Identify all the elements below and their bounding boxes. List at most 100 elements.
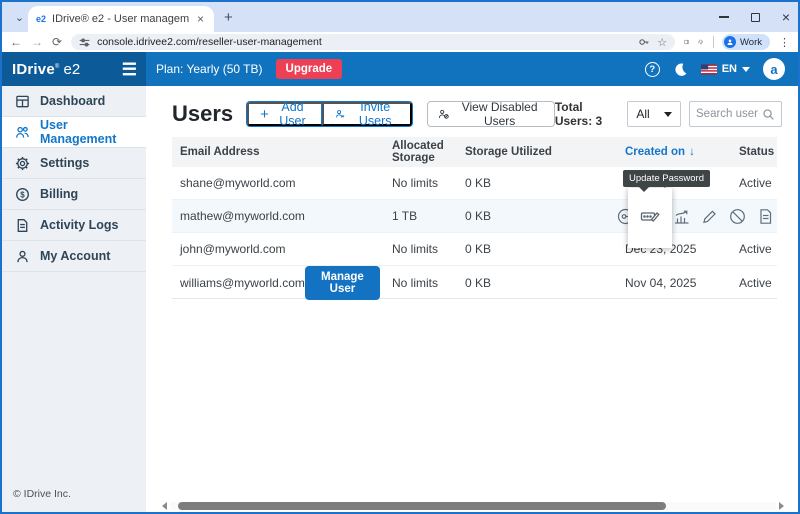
usage-stats-icon[interactable]	[673, 208, 690, 225]
profile-avatar-icon	[724, 36, 736, 48]
users-table: Email Address Allocated Storage Storage …	[172, 137, 777, 299]
horizontal-scrollbar[interactable]	[162, 501, 784, 511]
extensions-puzzle-icon[interactable]	[698, 36, 703, 48]
sidebar-item-user-management[interactable]: User Management	[2, 117, 146, 148]
disabled-user-icon	[438, 107, 449, 121]
app-header: IDrive® e2 ☰ Plan: Yearly (50 TB) Upgrad…	[2, 52, 798, 86]
table-row[interactable]: john@myworld.com No limits 0 KB Dec 23, …	[172, 233, 777, 266]
user-email: williams@myworld.com	[180, 276, 305, 290]
logo-area: IDrive® e2 ☰	[2, 52, 146, 86]
search-icon[interactable]	[762, 108, 775, 121]
profile-name: Work	[740, 37, 762, 48]
disable-user-icon[interactable]	[729, 208, 746, 225]
table-row[interactable]: mathew@myworld.com 1 TB 0 KB	[172, 200, 777, 233]
filter-value: All	[636, 107, 649, 121]
language-caret-icon	[742, 67, 750, 72]
copyright-text: © IDrive Inc.	[13, 488, 71, 500]
user-email: john@myworld.com	[172, 242, 384, 256]
col-utilized: Storage Utilized	[457, 146, 617, 158]
manage-user-button[interactable]: Manage User	[305, 266, 380, 300]
forward-icon[interactable]: →	[31, 35, 43, 49]
hovered-action-card[interactable]	[628, 188, 672, 248]
dark-mode-moon-icon[interactable]	[673, 62, 688, 77]
scroll-right-icon[interactable]	[779, 502, 784, 510]
scrollbar-track[interactable]	[170, 502, 776, 510]
sidebar-item-label: Settings	[40, 156, 89, 170]
update-password-tooltip: Update Password	[623, 170, 710, 187]
view-disabled-users-button[interactable]: View Disabled Users	[427, 101, 555, 127]
maximize-icon[interactable]	[751, 13, 760, 22]
plan-label: Plan: Yearly (50 TB)	[156, 62, 263, 76]
invite-user-icon	[335, 107, 345, 121]
password-key-icon[interactable]	[638, 36, 650, 48]
user-logs-icon[interactable]	[757, 208, 774, 225]
scroll-left-icon[interactable]	[162, 502, 167, 510]
tab-title: IDrive® e2 - User management	[52, 13, 189, 25]
sidebar-item-billing[interactable]: $ Billing	[2, 179, 146, 210]
site-settings-icon[interactable]	[79, 37, 90, 48]
add-user-button[interactable]: + Add User	[247, 102, 322, 126]
tab-strip: ⌄ e2 IDrive® e2 - User management × + ×	[2, 2, 798, 32]
scrollbar-thumb[interactable]	[178, 502, 666, 510]
browser-window: ⌄ e2 IDrive® e2 - User management × + × …	[0, 0, 800, 514]
window-controls: ×	[719, 2, 790, 32]
allocated-storage: No limits	[384, 242, 457, 256]
sidebar-item-label: User Management	[40, 118, 146, 146]
status-badge: Active	[731, 242, 777, 256]
sidebar-item-settings[interactable]: Settings	[2, 148, 146, 179]
sidebar-item-my-account[interactable]: My Account	[2, 241, 146, 272]
dropdown-caret-icon	[664, 112, 672, 117]
allocated-storage: No limits	[384, 176, 457, 190]
language-selector[interactable]: EN	[701, 63, 750, 75]
hamburger-menu-icon[interactable]: ☰	[122, 61, 137, 78]
new-tab-icon[interactable]: +	[224, 9, 233, 26]
user-filter-dropdown[interactable]: All	[627, 101, 681, 127]
col-status: Status	[731, 146, 777, 158]
user-email: mathew@myworld.com	[172, 209, 384, 223]
plus-icon: +	[260, 107, 269, 122]
col-email: Email Address	[172, 146, 384, 158]
storage-utilized: 0 KB	[457, 209, 617, 223]
account-avatar[interactable]: a	[763, 58, 785, 80]
language-label: EN	[722, 63, 737, 75]
sidebar-item-dashboard[interactable]: Dashboard	[2, 86, 146, 117]
browser-tab[interactable]: e2 IDrive® e2 - User management ×	[28, 6, 214, 32]
profile-chip[interactable]: Work	[722, 34, 770, 50]
tab-close-icon[interactable]: ×	[195, 12, 206, 26]
allocated-storage: 1 TB	[384, 209, 457, 223]
storage-utilized: 0 KB	[457, 276, 617, 290]
browser-toolbar: ← → ⟳ console.idrivee2.com/reseller-user…	[2, 32, 798, 52]
window-close-icon[interactable]: ×	[782, 10, 790, 24]
sidebar-item-label: Dashboard	[40, 94, 105, 108]
search-input[interactable]	[696, 108, 762, 120]
col-created-on[interactable]: Created on↓	[617, 146, 731, 158]
invite-users-button[interactable]: Invite Users	[322, 102, 412, 126]
reload-icon[interactable]: ⟳	[52, 35, 62, 49]
svg-text:$: $	[20, 190, 25, 199]
user-actions-group: + Add User Invite Users	[246, 101, 413, 127]
minimize-icon[interactable]	[719, 16, 729, 17]
sidebar-item-label: Activity Logs	[40, 218, 119, 232]
us-flag-icon	[701, 64, 717, 75]
upgrade-button[interactable]: Upgrade	[276, 59, 343, 79]
sidebar-item-activity-logs[interactable]: Activity Logs	[2, 210, 146, 241]
sort-desc-icon[interactable]: ↓	[689, 146, 695, 158]
tab-search-icon[interactable]: ⌄	[11, 9, 28, 26]
storage-utilized: 0 KB	[457, 176, 617, 190]
status-badge: Active	[731, 176, 777, 190]
side-panel-icon[interactable]	[684, 36, 689, 48]
edit-user-icon[interactable]	[701, 208, 718, 225]
browser-menu-icon[interactable]: ⋮	[779, 36, 790, 49]
update-password-icon[interactable]	[640, 205, 660, 225]
address-bar[interactable]: console.idrivee2.com/reseller-user-manag…	[71, 34, 675, 50]
sidebar: Dashboard User Management Settings $ Bil…	[2, 86, 146, 512]
back-icon[interactable]: ←	[10, 35, 22, 49]
dashboard-icon	[15, 94, 30, 109]
url-text[interactable]: console.idrivee2.com/reseller-user-manag…	[97, 36, 631, 48]
table-row[interactable]: williams@myworld.com Manage User No limi…	[172, 266, 777, 299]
main-content: Users + Add User Invite Users View Disab…	[146, 86, 798, 512]
activity-logs-icon	[15, 218, 30, 233]
help-icon[interactable]: ?	[645, 62, 660, 77]
bookmark-star-icon[interactable]: ☆	[657, 36, 667, 49]
allocated-storage: No limits	[384, 276, 457, 290]
